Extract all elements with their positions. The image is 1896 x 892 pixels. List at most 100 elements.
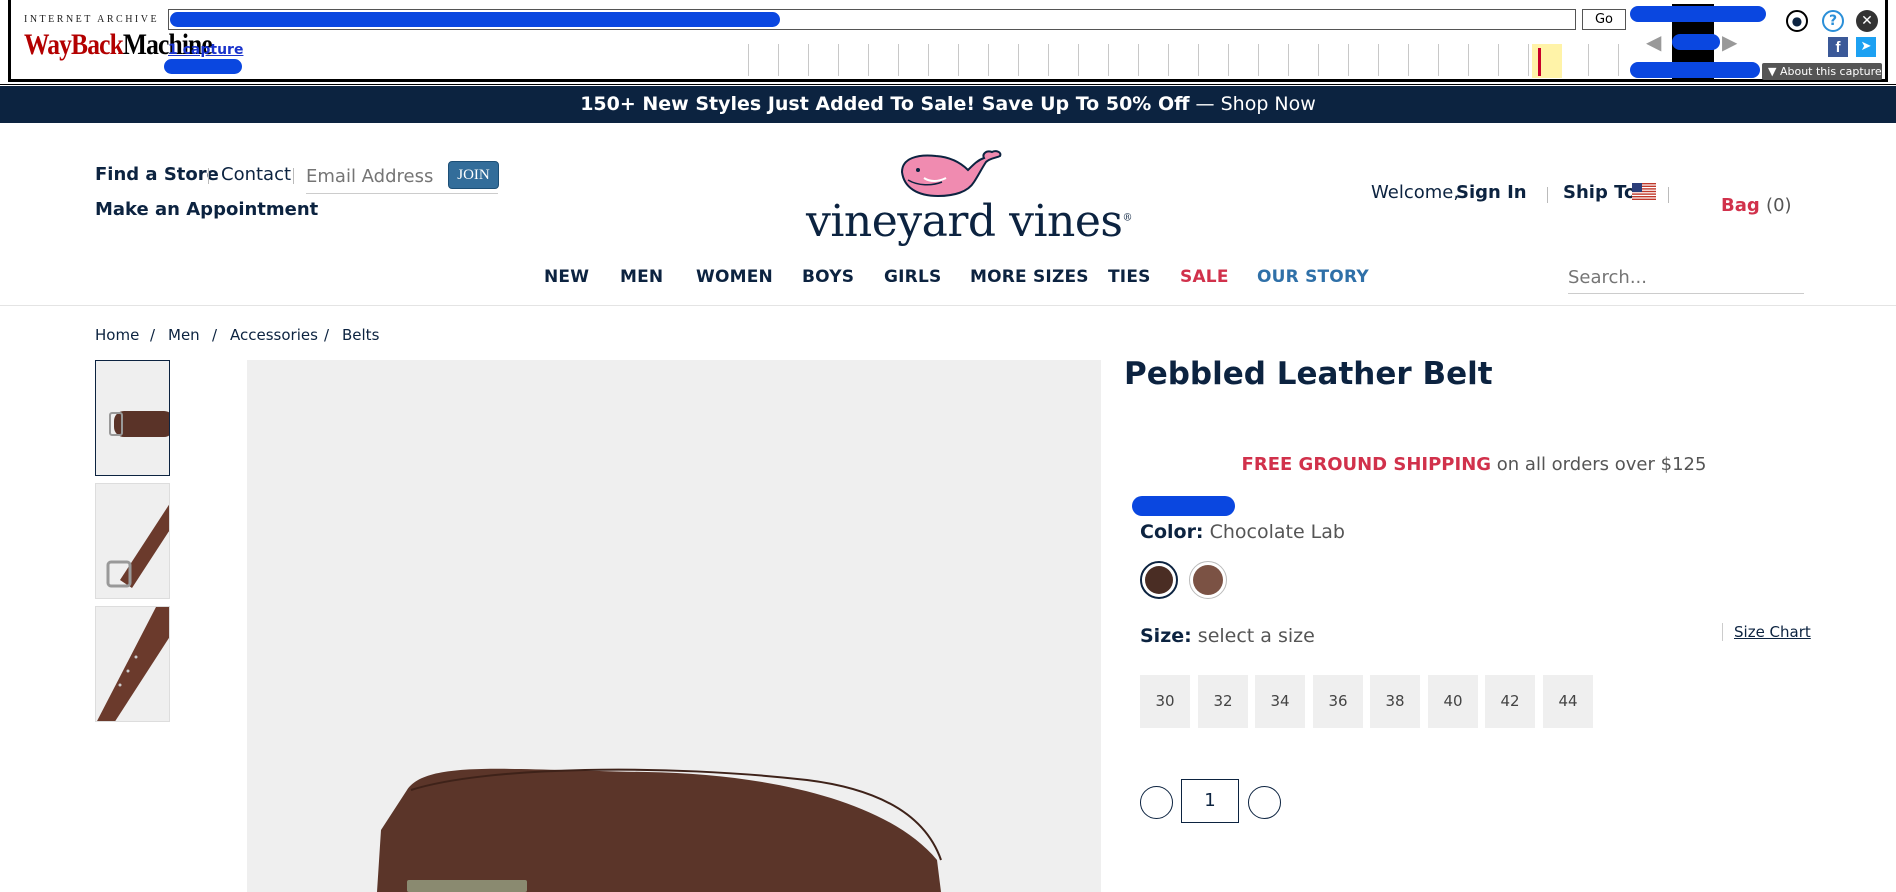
promo-banner[interactable]: 150+ New Styles Just Added To Sale! Save… bbox=[0, 86, 1896, 123]
about-capture-label: About this capture bbox=[1779, 65, 1882, 78]
timeline-year-tick[interactable] bbox=[958, 44, 959, 76]
captures-link[interactable]: 1 capture bbox=[168, 42, 243, 58]
timeline-year-tick[interactable] bbox=[1168, 44, 1169, 76]
timeline-year-tick[interactable] bbox=[1468, 44, 1469, 76]
contact-link[interactable]: Contact bbox=[221, 164, 291, 185]
promo-shop-now-link[interactable]: Shop Now bbox=[1221, 93, 1316, 115]
facebook-icon[interactable]: f bbox=[1828, 37, 1848, 57]
size-option-36[interactable]: 36 bbox=[1313, 675, 1363, 728]
size-option-30[interactable]: 30 bbox=[1140, 675, 1190, 728]
timeline-year-tick[interactable] bbox=[898, 44, 899, 76]
wayback-go-button[interactable]: Go bbox=[1582, 9, 1626, 30]
search-input[interactable] bbox=[1568, 262, 1804, 294]
product-thumbnail[interactable] bbox=[95, 606, 170, 722]
product-thumbnail[interactable] bbox=[95, 360, 170, 476]
timeline-year-tick[interactable] bbox=[1618, 44, 1619, 76]
product-main-image[interactable] bbox=[247, 360, 1101, 892]
whale-logo-icon[interactable] bbox=[898, 150, 1004, 198]
nav-sale[interactable]: SALE bbox=[1180, 267, 1229, 287]
timeline-year-tick[interactable] bbox=[1438, 44, 1439, 76]
timeline-year-tick[interactable] bbox=[778, 44, 779, 76]
product-thumbnail[interactable] bbox=[95, 483, 170, 599]
timeline-year-tick[interactable] bbox=[1228, 44, 1229, 76]
timeline-year-tick[interactable] bbox=[1498, 44, 1499, 76]
bag-link[interactable]: Bag (0) bbox=[1721, 195, 1792, 216]
breadcrumb-belts: Belts bbox=[342, 326, 380, 344]
quantity-decrease-button[interactable] bbox=[1140, 786, 1173, 819]
timeline-year-tick[interactable] bbox=[1318, 44, 1319, 76]
promo-dash: — bbox=[1189, 93, 1221, 115]
quantity-increase-button[interactable] bbox=[1248, 786, 1281, 819]
header-separator bbox=[208, 168, 209, 184]
size-label: Size: bbox=[1140, 625, 1192, 647]
redacted-current-day bbox=[1672, 34, 1720, 50]
help-icon[interactable]: ? bbox=[1822, 10, 1844, 32]
timeline-year-tick[interactable] bbox=[1588, 44, 1589, 76]
close-icon[interactable]: ✕ bbox=[1856, 10, 1878, 32]
timeline-year-tick[interactable] bbox=[838, 44, 839, 76]
sign-in-link[interactable]: Sign In bbox=[1456, 182, 1527, 203]
timeline-year-tick[interactable] bbox=[1048, 44, 1049, 76]
quantity-input[interactable]: 1 bbox=[1181, 779, 1239, 823]
timeline-year-tick[interactable] bbox=[748, 44, 749, 76]
find-store-link[interactable]: Find a Store bbox=[95, 164, 219, 185]
size-option-40[interactable]: 40 bbox=[1428, 675, 1478, 728]
timeline-year-tick[interactable] bbox=[1198, 44, 1199, 76]
registered-mark: ® bbox=[1122, 212, 1132, 224]
next-capture-arrow-icon[interactable]: ▶ bbox=[1722, 30, 1737, 54]
timeline-year-tick[interactable] bbox=[1108, 44, 1109, 76]
breadcrumb-accessories[interactable]: Accessories bbox=[230, 326, 318, 344]
size-value: select a size bbox=[1197, 625, 1315, 647]
size-option-34[interactable]: 34 bbox=[1255, 675, 1305, 728]
timeline-year-tick[interactable] bbox=[868, 44, 869, 76]
twitter-icon[interactable]: ➤ bbox=[1856, 37, 1876, 57]
timeline-current-year[interactable] bbox=[1532, 44, 1562, 78]
capture-timeline[interactable] bbox=[748, 44, 1628, 80]
nav-new[interactable]: NEW bbox=[544, 267, 589, 287]
timeline-year-tick[interactable] bbox=[1138, 44, 1139, 76]
timeline-year-tick[interactable] bbox=[1408, 44, 1409, 76]
nav-our-story[interactable]: OUR STORY bbox=[1257, 267, 1369, 287]
nav-more-sizes[interactable]: MORE SIZES bbox=[970, 267, 1089, 287]
size-option-32[interactable]: 32 bbox=[1198, 675, 1248, 728]
nav-ties[interactable]: TIES bbox=[1108, 267, 1151, 287]
about-capture-toggle[interactable]: ▼ About this capture bbox=[1762, 63, 1882, 80]
previous-capture-arrow-icon[interactable]: ◀ bbox=[1646, 30, 1661, 54]
timeline-year-tick[interactable] bbox=[928, 44, 929, 76]
timeline-year-tick[interactable] bbox=[808, 44, 809, 76]
timeline-year-tick[interactable] bbox=[1258, 44, 1259, 76]
timeline-year-tick[interactable] bbox=[1348, 44, 1349, 76]
timeline-year-tick[interactable] bbox=[1378, 44, 1379, 76]
breadcrumb-men[interactable]: Men bbox=[168, 326, 200, 344]
timeline-year-tick[interactable] bbox=[1288, 44, 1289, 76]
color-swatch-alt[interactable] bbox=[1189, 561, 1227, 599]
product-title: Pebbled Leather Belt bbox=[1124, 356, 1493, 392]
user-icon[interactable]: ● bbox=[1786, 10, 1808, 32]
header-separator bbox=[1547, 187, 1548, 203]
brand-wordmark[interactable]: vineyard vines® bbox=[806, 196, 1132, 247]
join-button[interactable]: JOIN bbox=[448, 161, 499, 189]
timeline-year-tick[interactable] bbox=[988, 44, 989, 76]
nav-girls[interactable]: GIRLS bbox=[884, 267, 941, 287]
redacted-prev-date bbox=[1630, 6, 1766, 22]
color-row: Color: Chocolate Lab bbox=[1140, 521, 1345, 543]
nav-boys[interactable]: BOYS bbox=[802, 267, 854, 287]
breadcrumb-home[interactable]: Home bbox=[95, 326, 139, 344]
nav-men[interactable]: MEN bbox=[620, 267, 663, 287]
size-chart-separator bbox=[1722, 623, 1723, 641]
breadcrumb-separator: / bbox=[150, 326, 156, 344]
ship-to-link[interactable]: Ship To bbox=[1563, 182, 1636, 203]
size-option-42[interactable]: 42 bbox=[1485, 675, 1535, 728]
size-chart-link[interactable]: Size Chart bbox=[1734, 623, 1811, 641]
size-option-44[interactable]: 44 bbox=[1543, 675, 1593, 728]
color-swatch-chocolate-lab[interactable] bbox=[1140, 561, 1178, 599]
make-appointment-link[interactable]: Make an Appointment bbox=[95, 199, 318, 220]
shipping-promo-bold: FREE GROUND SHIPPING bbox=[1241, 454, 1492, 475]
timeline-year-tick[interactable] bbox=[1528, 44, 1529, 76]
timeline-year-tick[interactable] bbox=[1078, 44, 1079, 76]
nav-women[interactable]: WOMEN bbox=[696, 267, 773, 287]
belt-holes-image bbox=[97, 607, 169, 721]
timeline-year-tick[interactable] bbox=[1018, 44, 1019, 76]
us-flag-icon[interactable] bbox=[1632, 183, 1656, 200]
size-option-38[interactable]: 38 bbox=[1370, 675, 1420, 728]
